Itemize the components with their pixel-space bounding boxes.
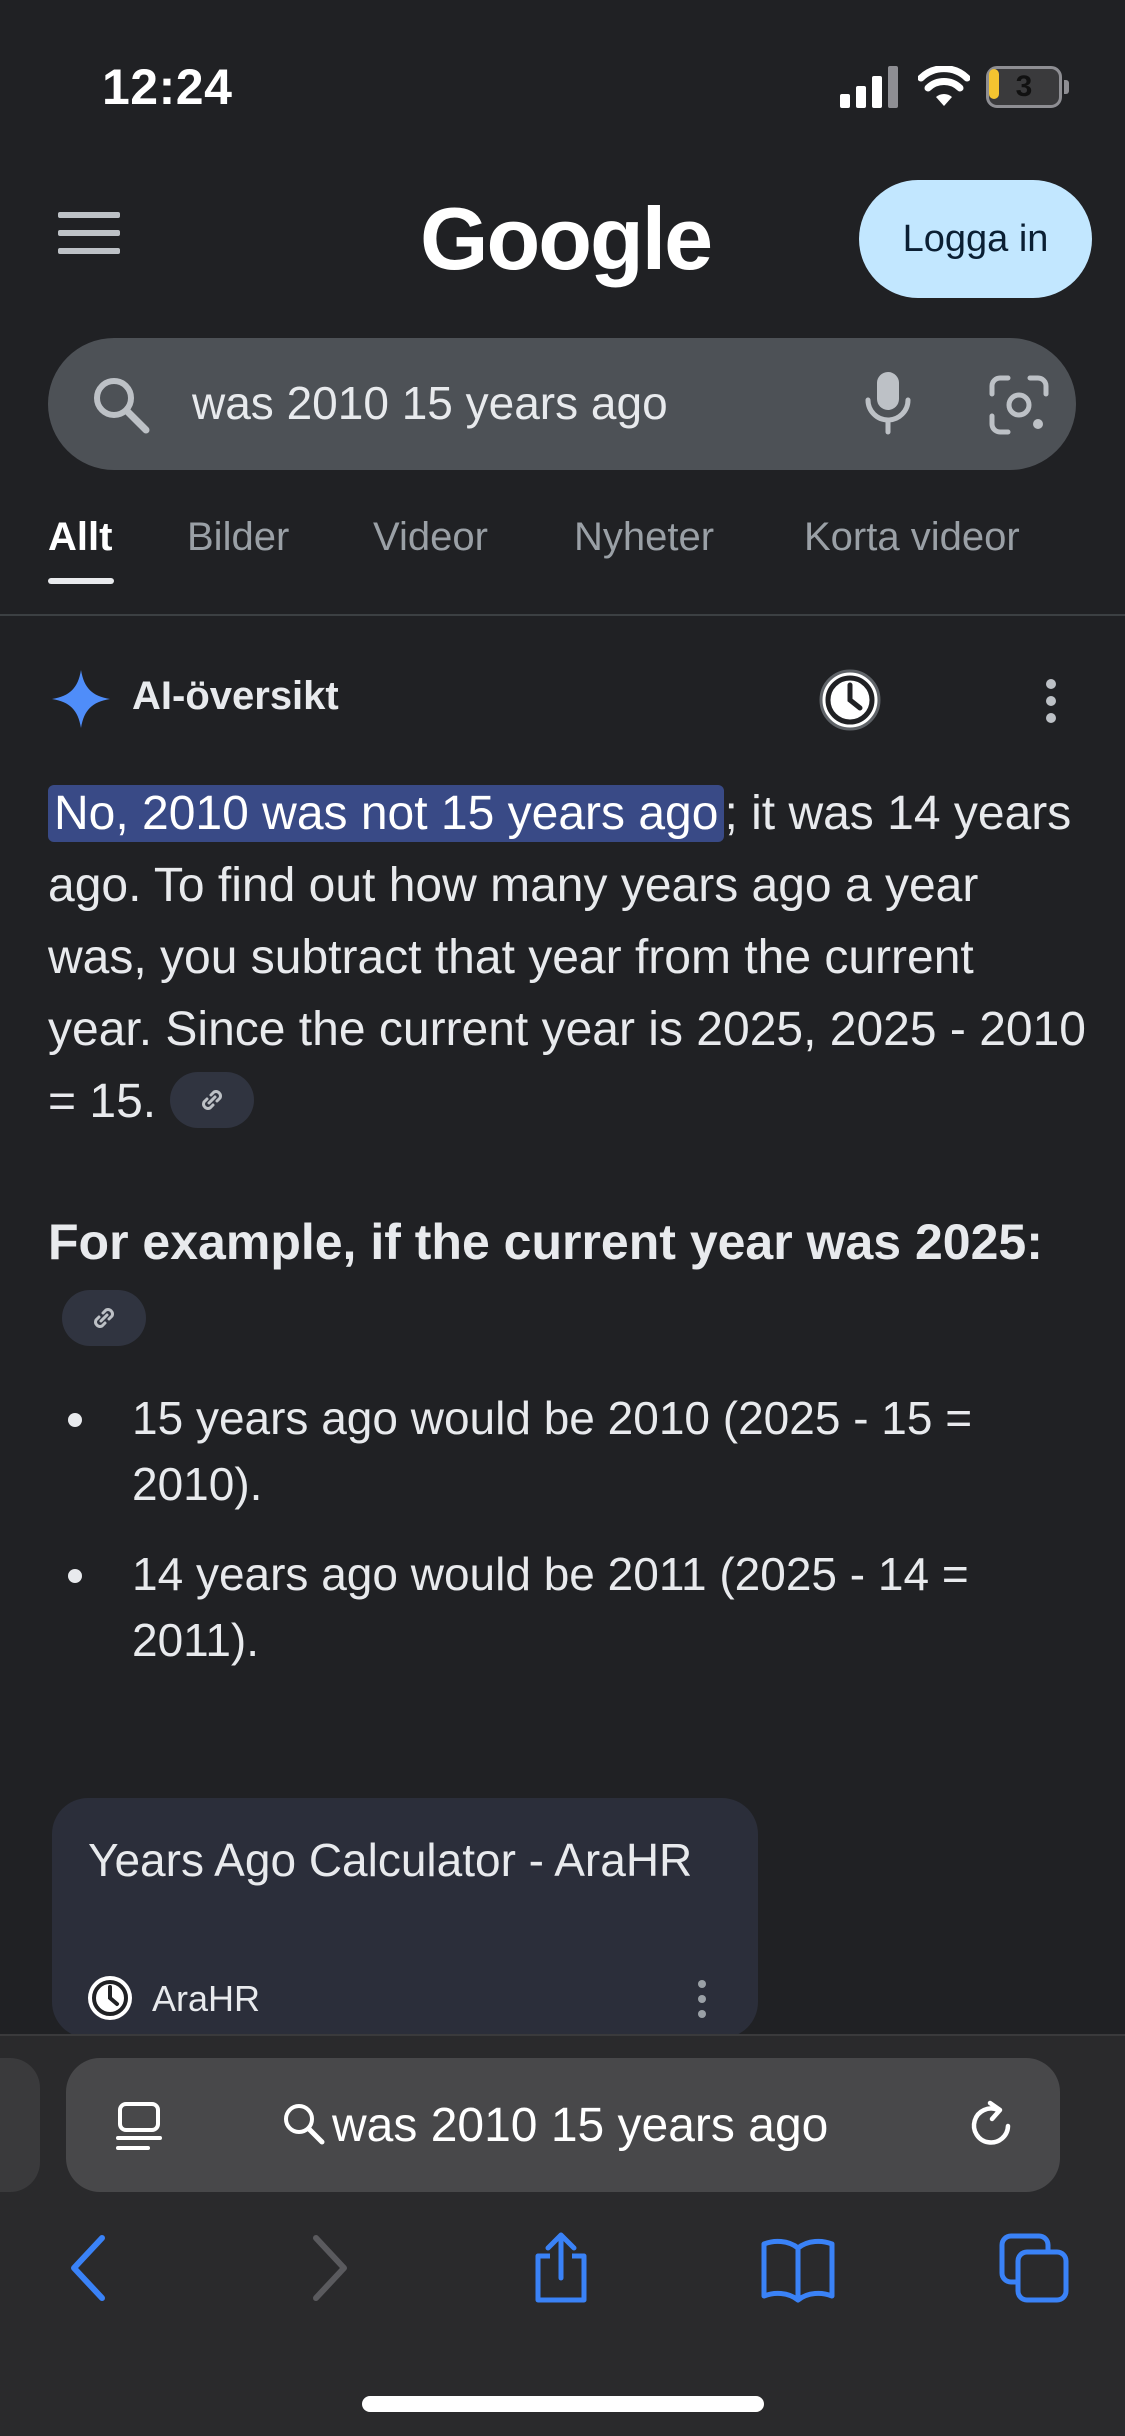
bookmarks-icon[interactable] bbox=[760, 2232, 836, 2304]
bullet-dot bbox=[68, 1413, 82, 1427]
forward-icon[interactable] bbox=[306, 2232, 352, 2304]
address-text[interactable]: was 2010 15 years ago bbox=[332, 2098, 828, 2153]
source-link-chip[interactable] bbox=[170, 1072, 255, 1129]
reload-icon[interactable] bbox=[964, 2098, 1018, 2152]
wifi-icon bbox=[918, 66, 970, 106]
home-indicator[interactable] bbox=[362, 2396, 764, 2412]
tab-nyheter[interactable]: Nyheter bbox=[574, 515, 714, 560]
list-item: 14 years ago would be 2011 (2025 - 14 = … bbox=[48, 1541, 1088, 1673]
tab-bilder[interactable]: Bilder bbox=[187, 515, 289, 560]
google-logo[interactable]: Google bbox=[420, 188, 713, 290]
cellular-signal-icon bbox=[840, 66, 898, 108]
ai-sparkle-icon bbox=[52, 670, 110, 728]
active-tab-indicator bbox=[48, 578, 114, 584]
login-button[interactable]: Logga in bbox=[859, 180, 1092, 298]
card-more-icon[interactable] bbox=[692, 1978, 712, 2020]
bullet-text: 15 years ago would be 2010 (2025 - 15 = … bbox=[132, 1392, 973, 1510]
battery-level: 3 bbox=[1015, 70, 1033, 103]
site-favicon-clock-icon bbox=[88, 1976, 132, 2020]
ai-overview-title: AI-översikt bbox=[132, 674, 339, 718]
tab-korta-videor[interactable]: Korta videor bbox=[804, 515, 1020, 560]
search-input[interactable]: was 2010 15 years ago bbox=[192, 376, 668, 430]
link-icon bbox=[202, 1090, 223, 1111]
address-bar[interactable]: was 2010 15 years ago bbox=[66, 2058, 1060, 2192]
bullet-dot bbox=[68, 1569, 82, 1583]
tabs-divider bbox=[0, 614, 1125, 616]
status-time: 12:24 bbox=[102, 59, 233, 115]
menu-icon[interactable] bbox=[58, 212, 120, 268]
toolbar-divider bbox=[0, 2034, 1125, 2036]
source-card[interactable]: Years Ago Calculator - AraHR AraHR bbox=[52, 1798, 758, 2038]
previous-tab-peek[interactable] bbox=[0, 2058, 40, 2192]
answer-highlight: No, 2010 was not 15 years ago bbox=[48, 785, 725, 842]
source-card-site: AraHR bbox=[152, 1978, 261, 2019]
example-bullets: 15 years ago would be 2010 (2025 - 15 = … bbox=[48, 1385, 1088, 1697]
reader-icon[interactable] bbox=[114, 2100, 164, 2152]
list-item: 15 years ago would be 2010 (2025 - 15 = … bbox=[48, 1385, 1088, 1517]
back-icon[interactable] bbox=[66, 2232, 112, 2304]
history-clock-icon[interactable] bbox=[818, 668, 882, 732]
battery-icon: 3 bbox=[986, 66, 1069, 108]
bullet-text: 14 years ago would be 2011 (2025 - 14 = … bbox=[132, 1548, 969, 1666]
tabs-icon[interactable] bbox=[998, 2232, 1070, 2304]
ai-answer-paragraph: No, 2010 was not 15 years ago; it was 14… bbox=[48, 778, 1088, 1138]
example-heading: For example, if the current year was 202… bbox=[48, 1204, 1088, 1356]
share-icon[interactable] bbox=[530, 2232, 592, 2304]
link-icon bbox=[94, 1307, 114, 1328]
more-options-icon[interactable] bbox=[1036, 676, 1066, 726]
example-heading-text: For example, if the current year was 202… bbox=[48, 1214, 1043, 1270]
mic-icon[interactable] bbox=[856, 370, 920, 436]
search-box[interactable]: was 2010 15 years ago bbox=[48, 338, 1076, 470]
tab-allt[interactable]: Allt bbox=[48, 515, 112, 560]
lens-icon[interactable] bbox=[988, 374, 1050, 436]
source-link-chip[interactable] bbox=[62, 1289, 146, 1346]
source-card-title[interactable]: Years Ago Calculator - AraHR bbox=[88, 1830, 728, 1890]
address-search-icon bbox=[284, 2104, 325, 2145]
tab-videor[interactable]: Videor bbox=[373, 515, 488, 560]
status-bar: 12:24 3 bbox=[0, 0, 1125, 150]
search-icon[interactable] bbox=[90, 374, 152, 436]
